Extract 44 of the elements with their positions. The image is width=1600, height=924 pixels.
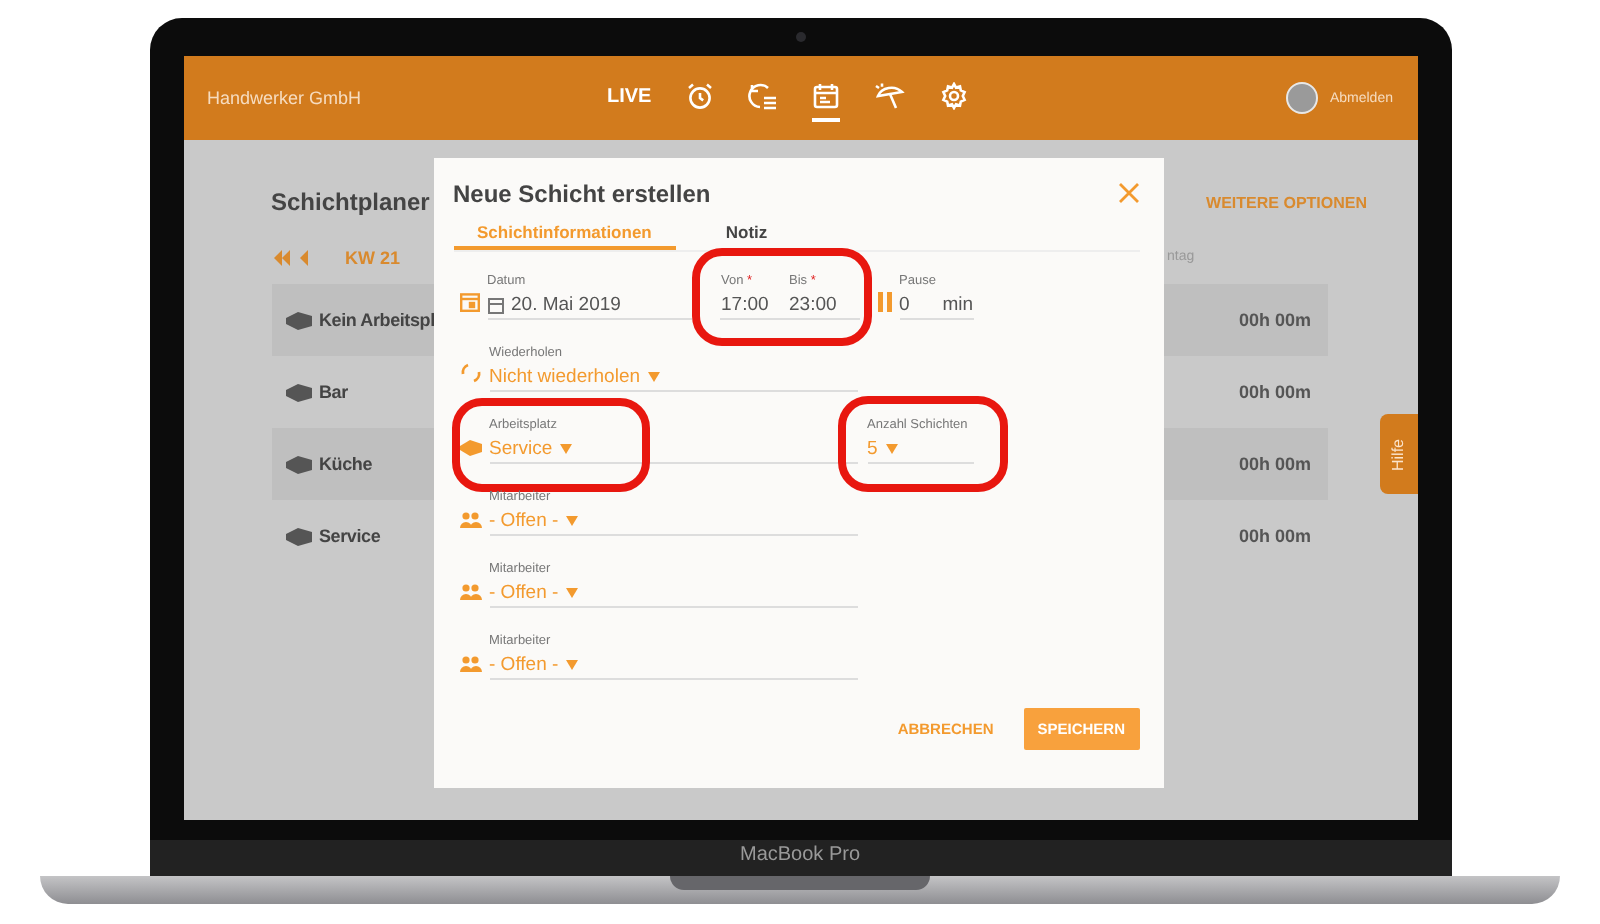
avatar-circle <box>1285 82 1318 114</box>
alarm-clock-icon <box>685 82 714 110</box>
device-label: MacBook Pro <box>739 844 861 866</box>
close-icon[interactable] <box>1117 182 1139 204</box>
pause-icon <box>877 292 891 312</box>
workplace-name: Kein Arbeitspl <box>319 310 435 330</box>
help-tab[interactable]: Hilfe <box>1379 414 1417 494</box>
tag-icon <box>285 527 311 545</box>
caret-icon <box>566 588 579 598</box>
caret-icon <box>566 660 579 670</box>
total-hours: 00h 00m <box>1238 454 1311 474</box>
small-calendar-icon <box>487 297 503 313</box>
tag-icon <box>285 311 311 329</box>
live-tab[interactable]: LIVE <box>607 77 652 119</box>
caret-icon <box>648 372 661 382</box>
workplace-name: Service <box>319 526 381 546</box>
total-hours: 00h 00m <box>1238 526 1311 546</box>
umbrella-icon <box>873 82 906 110</box>
caret-icon <box>885 444 898 454</box>
clock-list-icon <box>747 82 778 110</box>
week-label: KW 21 <box>345 247 401 267</box>
workplace-name: Bar <box>319 382 348 402</box>
tag-icon <box>285 383 311 401</box>
people-icon <box>459 512 481 528</box>
tag-icon <box>459 440 481 456</box>
workplace-name: Küche <box>319 454 373 474</box>
company-name: Handwerker GmbH <box>207 88 364 108</box>
people-icon <box>459 584 481 600</box>
caret-icon <box>566 516 579 526</box>
page-title: Schichtplaner <box>271 188 430 216</box>
dialog-title: Neue Schicht erstellen <box>453 179 711 207</box>
tag-icon <box>285 455 311 473</box>
people-icon <box>459 656 481 672</box>
dialog-tab[interactable]: Notiz <box>701 220 792 250</box>
calendar-icon <box>459 292 479 312</box>
total-hours: 00h 00m <box>1238 310 1311 330</box>
camera-dot <box>796 32 806 42</box>
total-hours: 00h 00m <box>1238 382 1311 402</box>
repeat-icon <box>459 362 481 384</box>
settings-icon <box>939 82 968 110</box>
caret-icon <box>560 444 573 454</box>
left-arrow-icon[interactable] <box>299 249 309 265</box>
double-left-arrow-icon[interactable] <box>271 249 291 265</box>
calendar-icon <box>811 82 840 110</box>
